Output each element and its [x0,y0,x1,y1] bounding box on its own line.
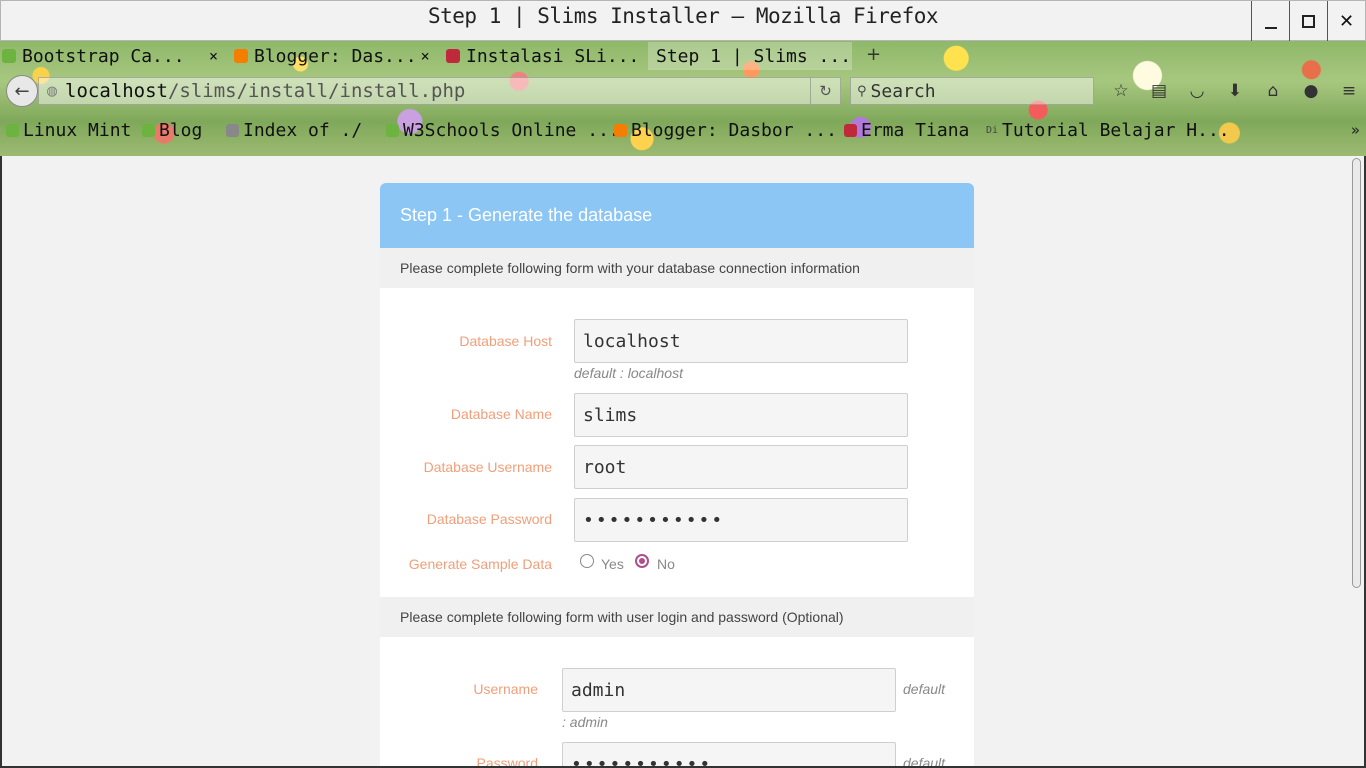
back-arrow-icon: ← [14,80,30,102]
bookmark-linux-mint[interactable]: Linux Mint [6,117,131,143]
username-hint-default: default [903,681,946,697]
bookmark-star-icon[interactable]: ☆ [1102,77,1140,105]
db-section-header: Please complete following form with your… [380,248,974,288]
bookmark-index[interactable]: Index of ./ [226,117,362,143]
blogger-icon [614,123,627,137]
tab-bootstrap[interactable]: Bootstrap Ca... × [2,42,222,70]
installer-panel: Step 1 - Generate the database Please co… [380,183,974,768]
globe-icon [226,123,239,137]
download-icon[interactable]: ⬇ [1216,77,1254,105]
db-name-input[interactable] [574,393,908,437]
close-icon: ✕ [1338,10,1355,32]
reload-icon[interactable]: ↻ [810,78,840,104]
bookmark-label: Index of ./ [243,119,363,141]
bookmark-tutorial[interactable]: Di Tutorial Belajar H... [986,117,1230,143]
pocket-icon[interactable]: ◡ [1178,77,1216,105]
bookmark-label: Blogger: Dasbor ... [631,119,837,141]
db-username-label: Database Username [423,459,552,475]
window-title: Step 1 | Slims Installer — Mozilla Firef… [427,4,939,28]
db-host-input[interactable] [574,319,908,363]
tab-close-icon[interactable]: × [851,47,852,65]
password-input[interactable] [562,742,896,766]
bookmark-erma-tiana[interactable]: Erma Tiana [844,117,969,143]
db-host-hint: default : localhost [574,365,683,381]
sample-data-label: Generate Sample Data [408,556,552,572]
tab-close-icon[interactable]: × [205,47,222,65]
home-icon[interactable]: ⌂ [1254,77,1292,105]
sample-no-label: No [657,556,675,572]
scrollbar-thumb[interactable] [1352,158,1361,588]
username-label: Username [473,681,538,697]
bookmark-label: Erma Tiana [861,119,970,141]
tab-close-icon[interactable]: × [417,47,430,65]
db-host-label: Database Host [459,333,552,349]
bookmark-blogger[interactable]: Blogger: Dasbor ... [614,117,837,143]
linux-mint-icon [142,123,155,137]
password-hint-default: default [903,755,946,768]
linux-mint-icon [6,123,19,137]
db-password-input[interactable] [574,498,908,542]
db-username-input[interactable] [574,445,908,489]
tab-blogger[interactable]: Blogger: Das... × [234,42,430,70]
minimize-icon [1264,27,1277,29]
url-path: /slims/install/install.php [167,80,466,102]
bookmark-label: W3Schools Online ... [403,119,620,141]
minimize-button[interactable] [1251,1,1289,41]
db-password-label: Database Password [426,511,552,527]
bookmark-w3schools[interactable]: W3Schools Online ... [386,117,620,143]
url-text[interactable]: localhost/slims/install/install.php [65,80,810,102]
tab-label: Blogger: Das... [254,45,417,67]
globe-icon: ◍ [46,83,58,99]
db-name-label: Database Name [450,406,552,422]
browser-chrome: Bootstrap Ca... × Blogger: Das... × Inst… [0,41,1366,156]
slims-icon [446,49,460,63]
bookmark-label: Tutorial Belajar H... [1002,119,1230,141]
window-controls: ✕ [1251,1,1365,41]
username-input[interactable] [562,668,896,712]
tab-label: Bootstrap Ca... [22,45,185,67]
new-tab-button[interactable]: + [866,44,881,65]
reading-list-icon[interactable]: ▤ [1140,77,1178,105]
sample-no-radio[interactable] [635,554,649,568]
url-host: localhost [65,80,168,102]
tab-instalasi-slims[interactable]: Instalasi SLi... × [446,42,642,70]
bookmark-blog[interactable]: Blog [142,117,202,143]
sample-yes-label: Yes [601,556,624,572]
panel-heading: Step 1 - Generate the database [380,183,974,248]
user-section-header: Please complete following form with user… [380,597,974,637]
linux-mint-icon [386,123,399,137]
url-bar[interactable]: ◍ localhost/slims/install/install.php ↻ [38,77,841,105]
page-scrollbar[interactable] [1350,156,1362,766]
bookmarks-overflow-icon[interactable]: » [1351,121,1360,139]
maximize-button[interactable] [1289,1,1327,41]
toolbar-icons: ☆ ▤ ◡ ⬇ ⌂ ● ≡ [1102,77,1366,105]
bookmark-label: Blog [159,119,203,141]
window-titlebar: Step 1 | Slims Installer — Mozilla Firef… [0,0,1366,41]
slims-icon [844,123,857,137]
bookmarks-toolbar: Linux Mint Blog Index of ./ W3Schools On… [0,115,1366,145]
tab-label: Step 1 | Slims ... [656,45,852,67]
username-hint-value: : admin [562,714,608,730]
back-button[interactable]: ← [6,75,38,107]
maximize-icon [1302,14,1315,28]
page-viewport: Step 1 - Generate the database Please co… [0,156,1366,768]
chat-icon[interactable]: ● [1292,77,1330,105]
tab-strip: Bootstrap Ca... × Blogger: Das... × Inst… [0,42,900,70]
password-label: Password [476,755,538,768]
di-icon: Di [986,124,999,136]
tab-step1-slims[interactable]: Step 1 | Slims ... × [648,42,852,70]
search-icon: ⚲ [857,83,867,99]
sample-yes-radio[interactable] [580,554,594,568]
linux-mint-icon [2,49,16,63]
search-input[interactable] [870,80,1103,102]
blogger-icon [234,49,248,63]
navigation-bar: ← ◍ localhost/slims/install/install.php … [0,73,1366,109]
tab-close-icon[interactable]: × [639,47,642,65]
bookmark-label: Linux Mint [23,119,132,141]
tab-label: Instalasi SLi... [466,45,640,67]
menu-icon[interactable]: ≡ [1330,77,1366,105]
close-window-button[interactable]: ✕ [1327,1,1365,41]
search-bar[interactable]: ⚲ [850,77,1103,105]
